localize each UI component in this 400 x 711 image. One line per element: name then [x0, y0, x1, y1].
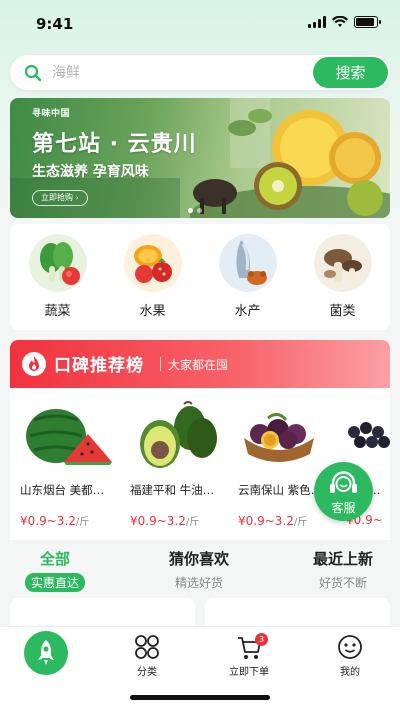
cart-badge: 3	[255, 633, 268, 646]
feed-card[interactable]	[205, 598, 390, 628]
product-price: ¥0.9~3.2/斤	[20, 514, 90, 528]
status-icons	[308, 16, 381, 28]
customer-service-label: 客服	[331, 501, 356, 515]
headset-icon	[330, 471, 357, 493]
tab-guess-you-like[interactable]: 猜你喜欢 精选好货	[134, 544, 264, 592]
category-item-mushroom[interactable]: 菌类	[308, 234, 378, 330]
nav-item-order[interactable]: 立即下单	[199, 627, 299, 687]
profile-icon	[338, 635, 362, 659]
vegetables-icon	[28, 234, 87, 292]
customer-service-button[interactable]: 客服	[314, 462, 373, 521]
watermelon-image	[26, 409, 112, 465]
banner-dot	[197, 208, 202, 213]
fruit-icon	[123, 234, 182, 292]
product-card[interactable]: 福建平和 牛油… ¥0.9~3.2/斤	[130, 388, 230, 540]
feed-card[interactable]	[10, 598, 195, 628]
grape-image	[348, 422, 390, 448]
tab-title: 最近上新	[312, 550, 373, 568]
avocado-image	[140, 401, 217, 468]
wifi-icon	[332, 16, 348, 27]
nav-label: 分类	[137, 667, 157, 678]
status-time: 9:41	[36, 15, 74, 33]
tab-all[interactable]: 全部 实惠直达	[0, 544, 120, 592]
tab-title: 全部	[39, 550, 70, 568]
mushroom-icon	[313, 234, 372, 292]
product-price: ¥0.9~3.2/斤	[130, 514, 200, 528]
nav-item-profile[interactable]: 我的	[300, 627, 400, 687]
category-grid: 蔬菜 水果 水产 菌类	[10, 224, 390, 330]
nav-item-home[interactable]	[0, 627, 100, 687]
flame-icon	[22, 352, 46, 376]
product-price: ¥0.9~3.2/斤	[238, 514, 308, 528]
tab-recent-new[interactable]: 最近上新 好货不断	[278, 544, 400, 592]
category-icon	[135, 635, 159, 659]
category-item-vegetables[interactable]: 蔬菜	[23, 234, 93, 330]
feed-tabs: 全部 实惠直达 猜你喜欢 精选好货 最近上新 好货不断	[0, 544, 400, 594]
status-bar: 9:41	[0, 0, 400, 48]
banner-brand: 寻味中国	[32, 109, 71, 119]
banner-subtitle: 生态滋养 孕育风味	[32, 164, 149, 180]
search-bar: 搜索	[10, 55, 390, 90]
category-label: 水果	[139, 304, 166, 319]
category-label: 水产	[234, 304, 261, 319]
banner-cta-button[interactable]: 立即抢购 ›	[32, 190, 88, 206]
home-rocket-icon	[24, 631, 68, 675]
category-item-seafood[interactable]: 水产	[213, 234, 283, 330]
search-icon	[24, 64, 42, 82]
nav-label: 我的	[340, 667, 360, 678]
banner-title: 第七站 · 云贵川	[32, 132, 197, 157]
ranking-title: 口碑推荐榜	[54, 356, 144, 376]
banner-dot-active	[188, 208, 193, 213]
ranking-subtitle: 大家都在囤	[168, 358, 229, 372]
tab-subtitle: 实惠直达	[24, 573, 85, 592]
category-label: 蔬菜	[44, 304, 71, 319]
product-name: 福建平和 牛油…	[130, 483, 215, 497]
nav-item-category[interactable]: 分类	[97, 627, 197, 687]
seafood-icon	[218, 234, 277, 292]
category-item-fruit[interactable]: 水果	[118, 234, 188, 330]
battery-level	[356, 18, 374, 26]
search-input[interactable]	[52, 61, 302, 85]
home-indicator	[130, 695, 270, 700]
battery-icon	[354, 16, 381, 28]
tab-subtitle: 好货不断	[318, 576, 367, 590]
product-name: 山东烟台 美都…	[20, 483, 105, 497]
passion-fruit-image	[244, 413, 314, 462]
banner-pagination	[188, 208, 202, 213]
category-label: 菌类	[329, 304, 356, 319]
nav-label: 立即下单	[229, 667, 269, 678]
tab-title: 猜你喜欢	[168, 550, 229, 568]
ranking-divider	[160, 357, 161, 371]
ranking-header[interactable]: 口碑推荐榜 大家都在囤	[10, 340, 390, 388]
tab-subtitle: 精选好货	[174, 576, 223, 590]
promo-banner[interactable]: 寻味中国 第七站 · 云贵川 生态滋养 孕育风味 立即抢购 ›	[10, 98, 390, 218]
signal-icon	[308, 16, 326, 28]
search-button[interactable]: 搜索	[313, 57, 388, 88]
product-card[interactable]: 山东烟台 美都… ¥0.9~3.2/斤	[20, 388, 120, 540]
